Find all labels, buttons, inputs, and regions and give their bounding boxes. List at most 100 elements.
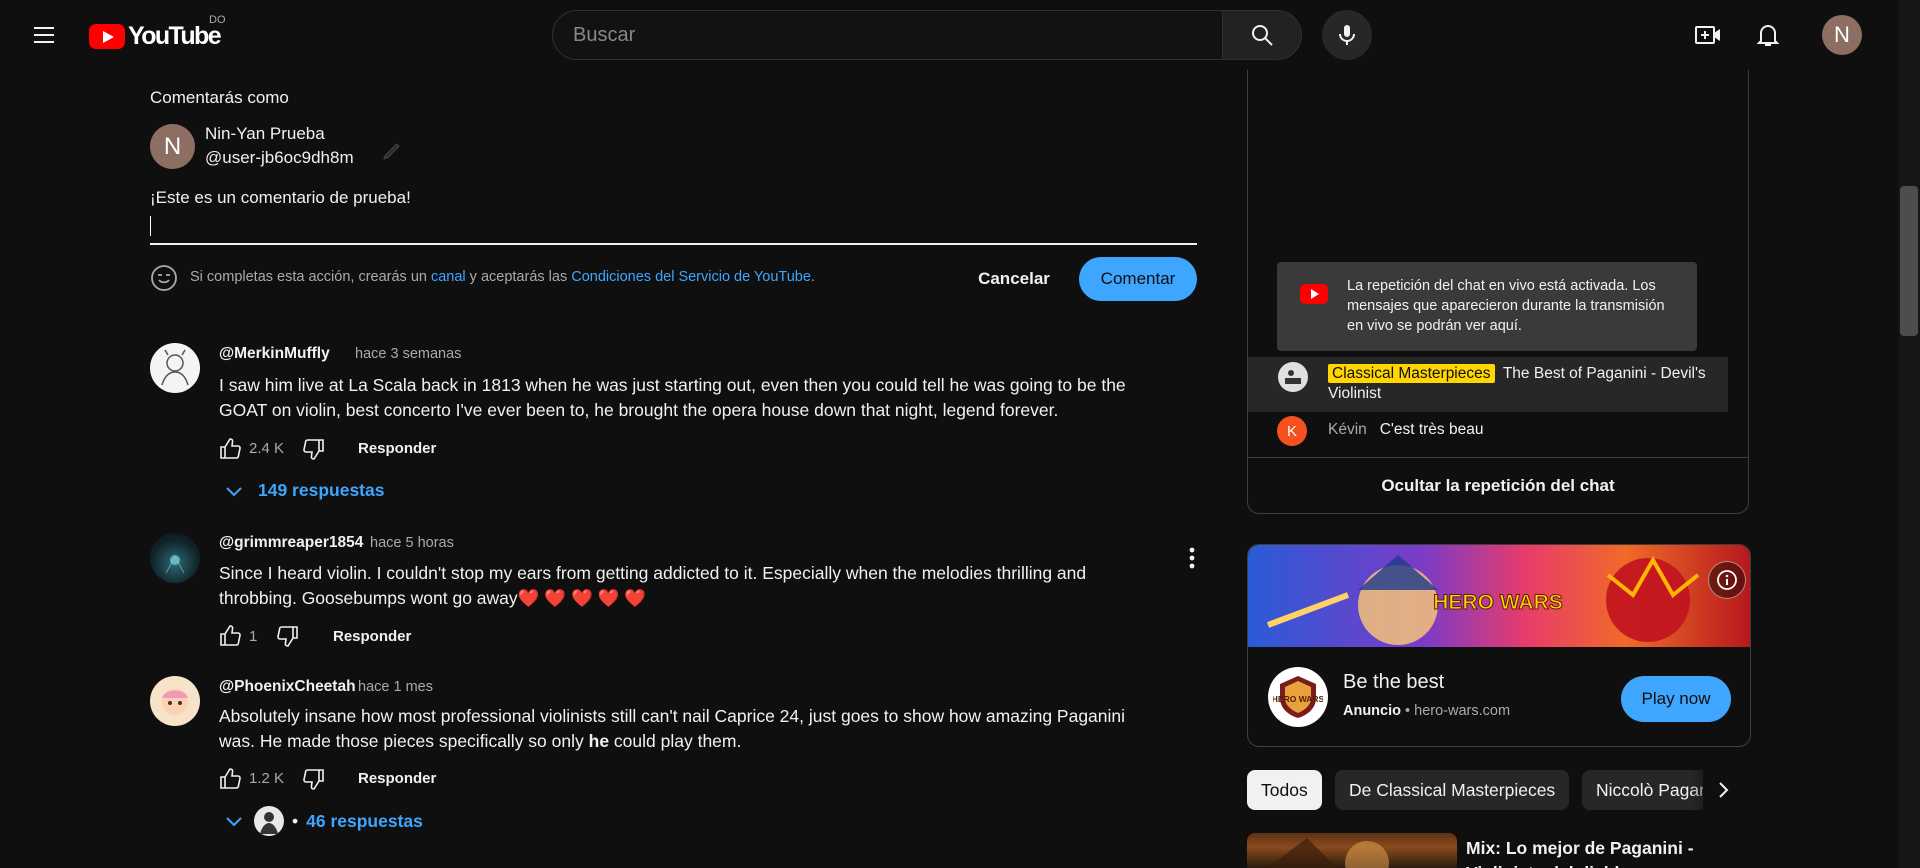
chevron-right-icon [1719,782,1729,798]
comment-text-part: could play them. [609,731,742,751]
comment-author[interactable]: @grimmreaper1854 [219,534,363,552]
dislike-button[interactable] [300,765,328,793]
chat-avatar: K [1277,416,1307,446]
ad-banner-image[interactable]: HERO WARS [1248,545,1750,647]
submit-comment-button[interactable]: Comentar [1079,257,1197,301]
country-code: DO [209,14,226,26]
create-button[interactable] [1688,15,1728,55]
notifications-button[interactable] [1748,15,1788,55]
like-button[interactable] [216,435,244,463]
cancel-button[interactable]: Cancelar [966,257,1062,301]
voice-search-button[interactable] [1322,10,1372,60]
hero-wars-banner-icon: HERO WARS [1266,555,1700,645]
search-button[interactable] [1222,10,1302,60]
thumbs-up-icon [220,625,241,646]
emoji-button[interactable] [150,264,178,292]
comment-time[interactable]: hace 5 horas [370,535,454,551]
advertiser-logo[interactable]: HERO WARS [1268,667,1328,727]
chat-message[interactable]: Classical Masterpieces The Best of Pagan… [1248,357,1728,412]
comment-as-label: Comentarás como [150,88,289,107]
user-avatar: N [150,124,195,169]
recommendation-title[interactable]: Mix: Lo mejor de Paganini - Violinista d… [1466,836,1726,868]
terms-suffix: . [810,269,815,285]
thumbs-up-icon [220,438,241,459]
search-bar [552,10,1302,60]
chat-author-badge: Classical Masterpieces [1328,364,1495,383]
chat-message-content[interactable]: Kévin C'est très beau [1328,420,1483,440]
like-button[interactable] [216,622,244,650]
comment-input[interactable]: ¡Este es un comentario de prueba! [150,188,1197,245]
chips-next-button[interactable] [1703,770,1743,810]
scrollbar-thumb[interactable] [1900,186,1918,336]
mix-thumbnail-icon [1267,838,1389,868]
reply-button[interactable]: Responder [358,440,436,457]
ad-title[interactable]: Be the best [1343,671,1444,694]
thumbs-down-icon [277,626,298,647]
account-avatar[interactable]: N [1822,15,1862,55]
info-icon [1717,570,1737,590]
view-replies-button[interactable]: • 46 respuestas [224,806,423,836]
ad-logo-text: HERO WARS [1273,694,1323,704]
comment-avatar[interactable] [150,343,200,393]
like-count: 1.2 K [249,770,285,787]
comment-draft-text: ¡Este es un comentario de prueba! [150,188,411,207]
reply-button[interactable]: Responder [333,628,411,645]
comment-more-button[interactable] [1180,542,1204,574]
hide-chat-replay-button[interactable]: Ocultar la repetición del chat [1248,457,1748,513]
ad-cta-button[interactable]: Play now [1621,676,1731,722]
comment-text-bold: he [588,731,610,751]
chevron-down-icon [226,486,242,496]
ad-info-button[interactable] [1708,561,1746,599]
edit-identity-button[interactable] [378,137,406,165]
ad-card[interactable]: HERO WARS HERO WARS Be the best Anuncio … [1247,544,1751,747]
pencil-icon [383,143,400,160]
comment-text: Since I heard violin. I couldn't stop my… [219,563,1087,608]
like-count: 1 [249,628,258,645]
search-input[interactable] [552,10,1222,60]
avatar-illustration-icon [165,555,185,574]
avatar-illustration-icon [162,689,188,715]
youtube-logo[interactable]: YouTube DO [89,14,226,51]
dislike-button[interactable] [274,622,302,650]
hero-wars-logo-icon: HERO WARS [1273,676,1323,718]
comment-avatar[interactable] [150,533,200,583]
ad-separator: • [1405,703,1411,719]
ad-banner-text: HERO WARS [1433,591,1563,614]
user-handle: @user-jb6oc9dh8m [205,148,354,167]
reply-button[interactable]: Responder [358,770,436,787]
comment-author[interactable]: @PhoenixCheetah [219,678,356,696]
pianist-icon [1285,370,1301,384]
create-video-icon [1695,26,1720,44]
comment-author[interactable]: @MerkinMuffly [219,345,330,363]
chat-message-content: Classical Masterpieces The Best of Pagan… [1328,364,1708,404]
view-replies-button[interactable]: 149 respuestas [224,480,384,501]
creator-avatar [254,806,284,836]
channel-link[interactable]: canal [431,269,466,285]
chip-todos[interactable]: Todos [1247,770,1322,810]
avatar-illustration-icon [161,349,189,386]
page-scrollbar[interactable] [1898,0,1920,868]
comment-text: Absolutely insane how most professional … [219,704,1139,754]
youtube-play-icon [89,24,125,49]
comment-avatar[interactable] [150,676,200,726]
bell-icon [1756,25,1780,46]
thumbs-up-icon [220,768,241,789]
chip-from-channel[interactable]: De Classical Masterpieces [1335,770,1570,810]
like-button[interactable] [216,765,244,793]
replies-count: 46 respuestas [306,810,423,831]
comment-time[interactable]: hace 3 semanas [355,346,461,362]
terms-of-service-link[interactable]: Condiciones del Servicio de YouTube [571,269,811,285]
comment-time[interactable]: hace 1 mes [358,679,433,695]
thumbs-down-icon [303,769,324,790]
menu-button[interactable] [24,15,64,55]
top-header: YouTube DO N [0,0,1898,70]
terms-prefix: Si completas esta acción, crearás un [190,269,431,285]
recommendation-thumbnail[interactable] [1247,833,1457,868]
ad-domain: hero-wars.com [1414,703,1511,719]
dislike-button[interactable] [300,435,328,463]
chevron-down-icon [226,817,242,827]
youtube-icon [1300,284,1328,304]
violinist-icon [260,812,278,834]
comment-text: I saw him live at La Scala back in 1813 … [219,375,1126,420]
hamburger-icon [34,27,54,43]
